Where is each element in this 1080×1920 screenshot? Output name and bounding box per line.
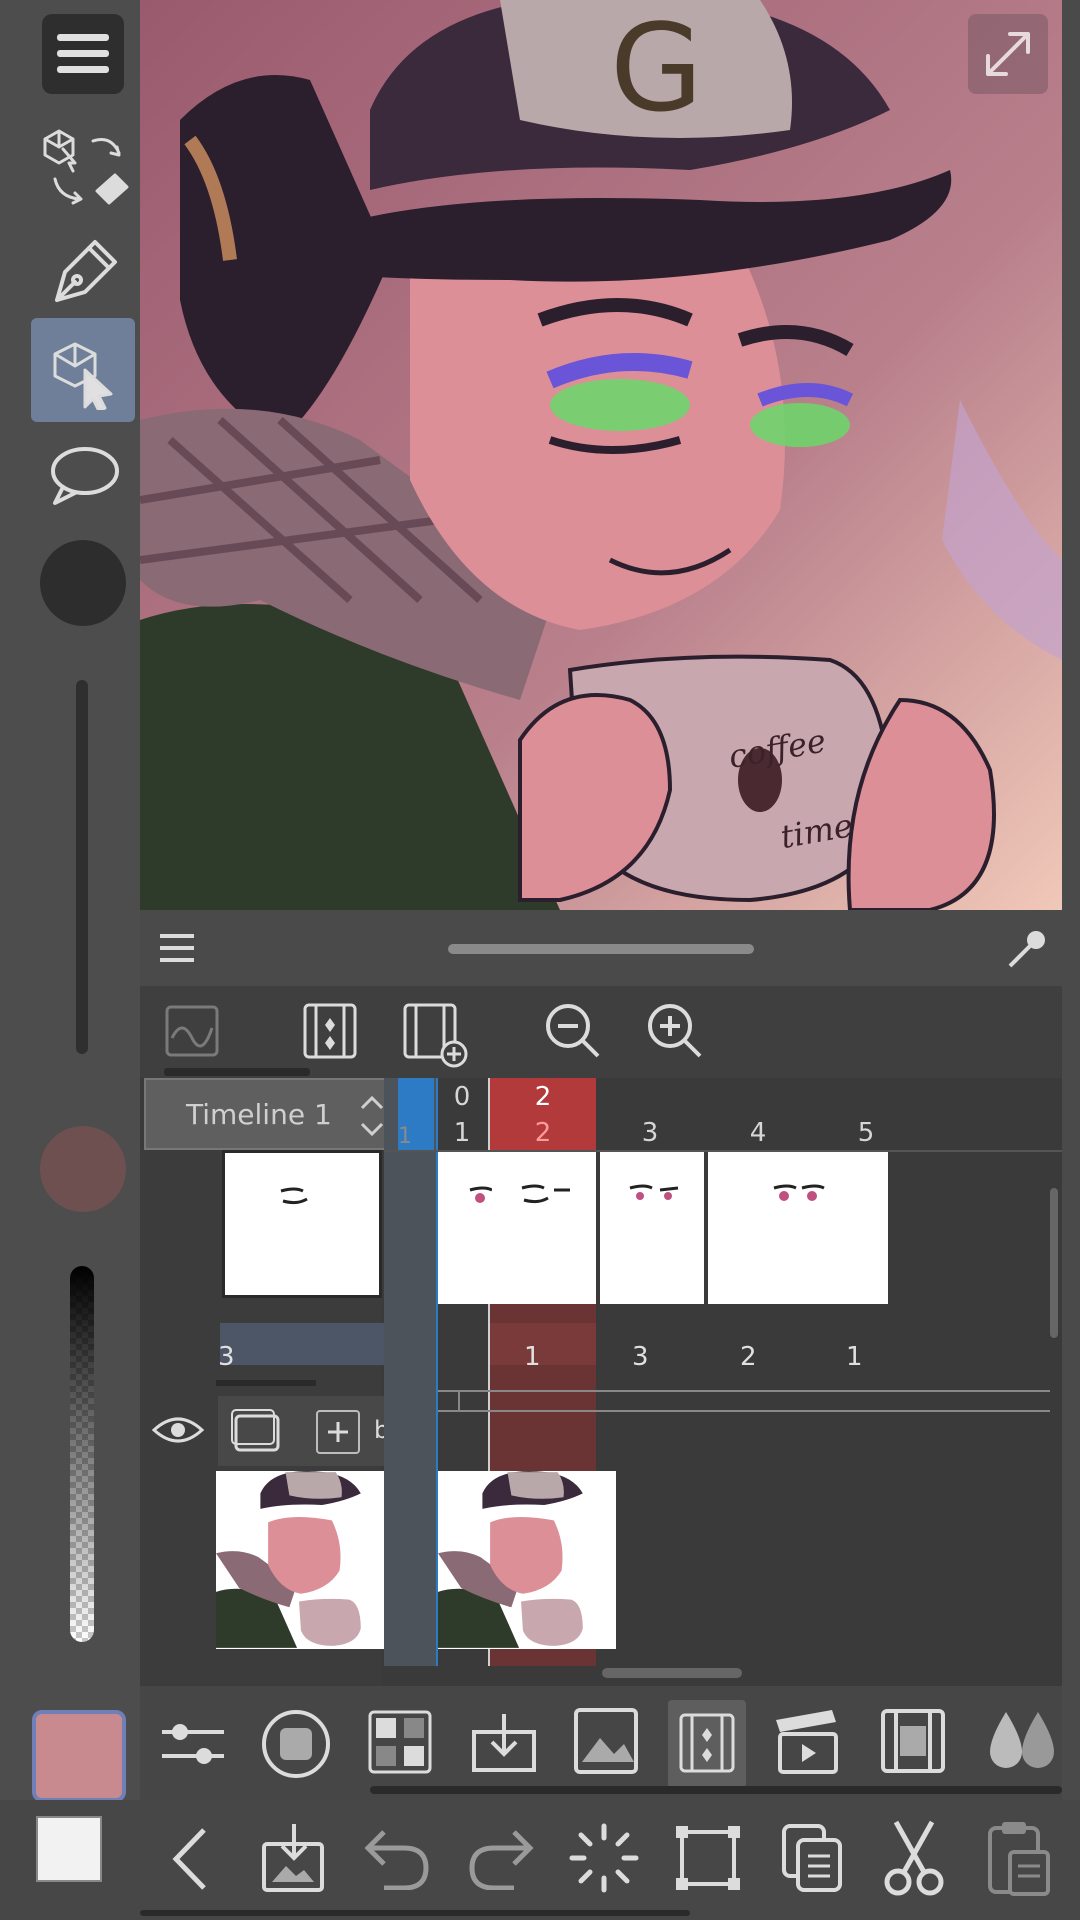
cel-thumb-2[interactable]	[492, 1152, 596, 1304]
speech-balloon-icon	[51, 447, 119, 505]
timeline-tab-active[interactable]	[668, 1700, 746, 1788]
timeline-toolbar	[140, 986, 1062, 1078]
cel-count-f4: 1	[846, 1342, 863, 1372]
paste-icon[interactable]	[986, 1818, 1052, 1898]
panel-menu-icon[interactable]	[158, 932, 198, 966]
expand-icon	[986, 32, 1030, 76]
copy-icon[interactable]	[780, 1822, 846, 1894]
drawing-canvas[interactable]: G coffee time	[140, 0, 1062, 910]
transform-undo-icon	[43, 129, 129, 205]
settings-sliders-icon[interactable]	[158, 1716, 228, 1772]
ruler-top-2: 2	[534, 1082, 552, 1112]
timeline-panel-header	[140, 910, 1062, 986]
eyedropper-icon[interactable]	[1004, 928, 1048, 972]
left-toolbar	[0, 0, 142, 1802]
toolbar-scroll-indicator	[164, 1068, 310, 1076]
undo-icon[interactable]	[364, 1828, 430, 1890]
graph-editor-icon[interactable]	[164, 1004, 220, 1058]
transform-undo-tool[interactable]	[31, 112, 135, 216]
loading-icon[interactable]	[568, 1822, 640, 1894]
image-icon[interactable]	[574, 1708, 638, 1774]
cel-count-f2: 3	[632, 1342, 649, 1372]
cut-icon[interactable]	[884, 1818, 944, 1898]
panel-drag-handle[interactable]	[448, 944, 754, 954]
import-icon[interactable]	[470, 1710, 538, 1774]
object-select-tool[interactable]	[31, 318, 135, 422]
timeline-body: Timeline 1 3 2 b :1:	[140, 1078, 1062, 1686]
menu-icon	[57, 34, 109, 73]
zoom-in-icon[interactable]	[646, 1002, 706, 1062]
timeline-name: Timeline 1	[186, 1097, 332, 1131]
main-color-swatch[interactable]	[32, 1710, 126, 1802]
cel-count-left: 3	[218, 1342, 235, 1372]
brush-size-dot[interactable]	[40, 540, 126, 626]
bottom-command-bar	[0, 1800, 1080, 1920]
timeline-icon	[679, 1713, 735, 1773]
layer-property-icon[interactable]	[260, 1708, 332, 1780]
home-indicator	[140, 1910, 690, 1916]
current-frame-count-cell	[488, 1323, 596, 1365]
size-slider[interactable]	[76, 680, 88, 1054]
redo-icon[interactable]	[468, 1828, 534, 1890]
add-layer-button[interactable]	[316, 1410, 360, 1454]
layer-thumbnail-eyes	[222, 1150, 382, 1298]
object-select-icon	[53, 342, 113, 410]
frame-label-pre: 1	[398, 1124, 412, 1149]
pen-icon	[55, 240, 117, 302]
pre-frame-column	[384, 1078, 436, 1666]
frame-label-2: 2	[534, 1118, 552, 1148]
cel-thumb-character[interactable]	[438, 1471, 616, 1649]
frame-label-3: 3	[641, 1118, 659, 1148]
cel-thumb-4[interactable]	[708, 1152, 888, 1304]
eye-icon[interactable]	[150, 1412, 206, 1448]
playback-range-bar[interactable]	[438, 1390, 1050, 1412]
add-cel-icon[interactable]	[402, 1002, 468, 1068]
animation-folder-icon[interactable]	[230, 1406, 284, 1456]
frame-label-4: 4	[749, 1118, 767, 1148]
palette-scroll-indicator	[370, 1786, 1062, 1794]
menu-button[interactable]	[42, 14, 124, 94]
cel-count-f1: 1	[524, 1342, 541, 1372]
speech-balloon-tool[interactable]	[31, 424, 135, 528]
opacity-slider[interactable]	[70, 1266, 94, 1642]
new-cel-icon[interactable]	[302, 1002, 358, 1060]
palette-bar	[140, 1686, 1062, 1800]
vertical-scrollbar[interactable]	[1050, 1188, 1058, 1338]
zoom-out-icon[interactable]	[544, 1002, 604, 1062]
pen-tool[interactable]	[31, 218, 135, 322]
plus-icon	[328, 1422, 348, 1442]
transform-icon[interactable]	[672, 1822, 744, 1894]
sub-color-swatch[interactable]	[36, 1816, 102, 1882]
back-icon[interactable]	[168, 1824, 212, 1894]
cel-thumb-3[interactable]	[600, 1152, 704, 1304]
horizontal-scrollbar[interactable]	[602, 1668, 742, 1678]
fullscreen-button[interactable]	[968, 14, 1048, 94]
frame-label-1: 1	[453, 1118, 471, 1148]
save-icon[interactable]	[260, 1822, 326, 1894]
svg-text:G: G	[610, 0, 703, 139]
animation-cel-icon[interactable]	[776, 1706, 842, 1776]
film-icon[interactable]	[880, 1708, 946, 1774]
color-circle[interactable]	[40, 1126, 126, 1212]
material-grid-icon[interactable]	[368, 1710, 432, 1774]
layer-thumbnail-character	[216, 1471, 394, 1649]
cel-count-f3: 2	[740, 1342, 757, 1372]
timeline-select[interactable]: Timeline 1	[144, 1078, 398, 1150]
frame-label-5: 5	[857, 1118, 875, 1148]
color-drops-icon[interactable]	[986, 1706, 1060, 1776]
ruler-top-0: 0	[453, 1082, 471, 1112]
chevron-updown-icon	[360, 1095, 384, 1137]
cel-scroll	[216, 1380, 316, 1386]
